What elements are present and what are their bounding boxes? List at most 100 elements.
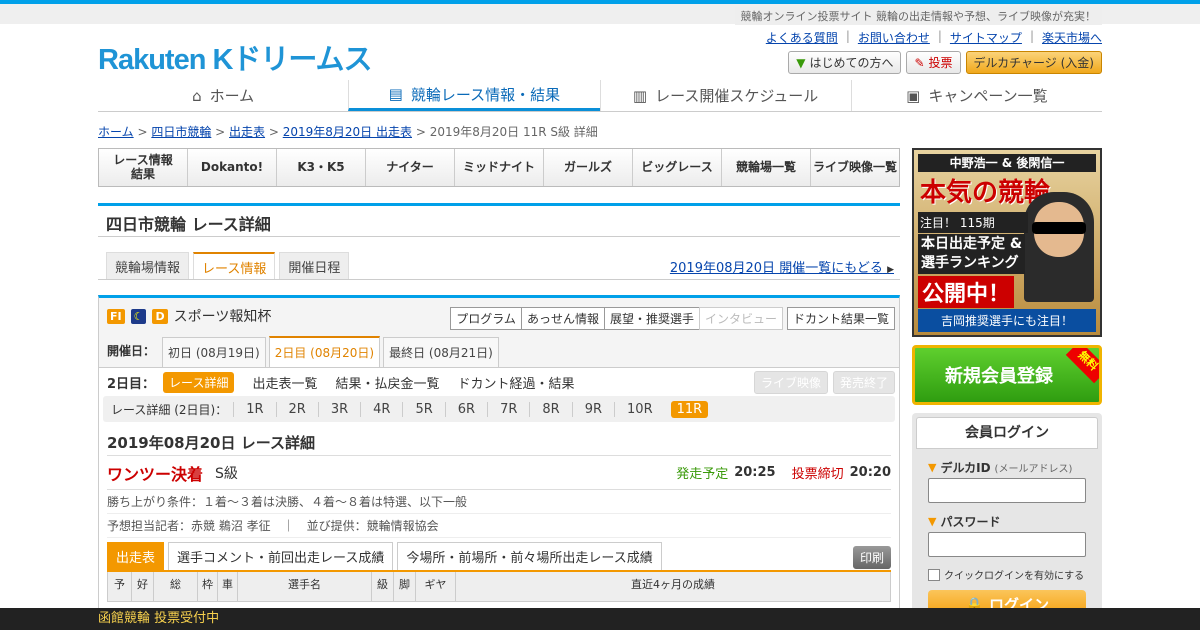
beginner-button[interactable]: ▼ はじめての方へ xyxy=(788,51,902,74)
register-banner[interactable]: 新規会員登録 無料 xyxy=(912,345,1102,405)
main-nav: ⌂ ホーム ▤ 競輪レース情報・結果 ▥ レース開催スケジュール ▣ キャンペーン一覧 xyxy=(98,80,1102,112)
race-panel: FI ☾ D スポーツ報知杯 プログラム あっせん情報 展望・推奨選手 インタビ… xyxy=(98,295,900,608)
col-leg: 脚 xyxy=(394,572,416,601)
divider: | xyxy=(845,29,850,43)
race-8r[interactable]: 8R xyxy=(529,401,571,417)
start-time: 20:25 xyxy=(734,465,776,480)
quick-login[interactable]: クイックログインを有効にする xyxy=(928,567,1098,582)
crumb-date[interactable]: 2019年8月20日 出走表 xyxy=(283,125,412,139)
start-label: 発走予定 xyxy=(676,467,729,482)
col-waku: 枠 xyxy=(198,572,218,601)
checkbox[interactable] xyxy=(928,568,940,581)
tab-venue-info[interactable]: 競輪場情報 xyxy=(106,252,190,279)
cat-venues[interactable]: 競輪場一覧 xyxy=(721,149,810,186)
col-name: 選手名 xyxy=(238,572,372,601)
login-heading: 会員ログイン xyxy=(916,417,1098,449)
top-links: よくある質問 | お問い合わせ | サイトマップ | 楽天市場へ xyxy=(766,29,1102,46)
back-link[interactable]: 2019年08月20日 開催一覧にもどる ▶ xyxy=(670,257,894,276)
promo-banner[interactable]: 中野浩一 & 後閑信一 本気の競輪 注目！ 115期 本日出走予定 & 選手ラン… xyxy=(912,148,1102,337)
race-5r[interactable]: 5R xyxy=(402,401,444,417)
faq-link[interactable]: よくある質問 xyxy=(766,29,838,46)
triangle-icon: ▼ xyxy=(928,461,937,474)
col-class: 級 xyxy=(372,572,394,601)
outlook-button[interactable]: 展望・推奨選手 xyxy=(603,307,700,330)
divider: | xyxy=(1029,29,1034,43)
beginner-label: はじめての方へ xyxy=(809,56,894,70)
cat-dokanto[interactable]: Dokanto! xyxy=(187,149,276,186)
race-11r[interactable]: 11R xyxy=(670,400,709,418)
sitemap-link[interactable]: サイトマップ xyxy=(950,29,1022,46)
race-detail-pill[interactable]: レース詳細 xyxy=(163,371,235,393)
document-icon: ▤ xyxy=(388,85,403,103)
program-button[interactable]: プログラム xyxy=(450,307,522,330)
tab-schedule[interactable]: 開催日程 xyxy=(279,252,350,279)
close-time: 20:20 xyxy=(849,465,891,480)
col-gear: ギヤ xyxy=(416,572,456,601)
col-so: 総 xyxy=(154,572,198,601)
home-icon: ⌂ xyxy=(192,86,202,105)
tab-race-info[interactable]: レース情報 xyxy=(193,252,276,279)
cat-k3k5[interactable]: K3・K5 xyxy=(276,149,365,186)
race-6r[interactable]: 6R xyxy=(444,401,487,417)
cat-midnight[interactable]: ミッドナイト xyxy=(454,149,543,186)
pw-label: ▼ パスワード xyxy=(928,513,1098,530)
top-buttons: ▼ はじめての方へ ✎ 投票 デルカチャージ (入金) xyxy=(788,51,1102,74)
nav-home[interactable]: ⌂ ホーム xyxy=(98,80,348,111)
tab-results[interactable]: 今場所・前場所・前々場所出走レース成績 xyxy=(397,542,662,570)
nav-label: レース開催スケジュール xyxy=(655,87,819,105)
cat-live[interactable]: ライブ映像一覧 xyxy=(810,149,899,186)
close-label: 投票締切 xyxy=(791,467,844,482)
cat-nighter[interactable]: ナイター xyxy=(365,149,454,186)
race-7r[interactable]: 7R xyxy=(487,401,529,417)
day-tab-2[interactable]: 2日目 (08月20日) xyxy=(268,336,381,367)
race-times: 発走予定 20:25 投票締切 20:20 xyxy=(676,463,891,482)
login-box: 会員ログイン ▼ デルカID (メールアドレス) ▼ パスワード クイックログインを有… xyxy=(912,413,1102,622)
dokanto-progress-link[interactable]: ドカント経過・結果 xyxy=(457,373,574,392)
cat-race-info[interactable]: レース情報 結果 xyxy=(99,149,187,186)
entry-list-link[interactable]: 出走表一覧 xyxy=(252,373,317,392)
tab-entries[interactable]: 出走表 xyxy=(107,542,165,570)
assen-button[interactable]: あっせん情報 xyxy=(520,307,605,330)
detail-heading: 2019年08月20日 レース詳細 xyxy=(107,432,891,456)
payout-link[interactable]: 結果・払戻金一覧 xyxy=(335,373,439,392)
races-label: レース詳細 (2日目)： xyxy=(111,402,228,417)
entry-tabs: 出走表 選手コメント・前回出走レース成績 今場所・前場所・前々場所出走レース成績 xyxy=(107,542,891,572)
advance-condition: 勝ち上がり条件：１着～３着は決勝、４着～８着は特選、以下一般 xyxy=(107,490,891,514)
tab-comments[interactable]: 選手コメント・前回出走レース成績 xyxy=(168,542,394,570)
password-input[interactable] xyxy=(928,532,1086,557)
race-10r[interactable]: 10R xyxy=(614,401,665,417)
charge-button[interactable]: デルカチャージ (入金) xyxy=(965,51,1102,74)
footer-ticker[interactable]: 函館競輪 投票受付中 xyxy=(0,608,1200,630)
day-tabs: 開催日： 初日 (08月19日) 2日目 (08月20日) 最終日 (08月21… xyxy=(99,334,899,368)
race-2r[interactable]: 2R xyxy=(275,401,318,417)
rakuten-link[interactable]: 楽天市場へ xyxy=(1042,29,1102,46)
race-4r[interactable]: 4R xyxy=(360,401,402,417)
vote-button[interactable]: ✎ 投票 xyxy=(906,51,961,74)
race-9r[interactable]: 9R xyxy=(571,401,614,417)
race-1r[interactable]: 1R xyxy=(233,401,275,417)
race-3r[interactable]: 3R xyxy=(317,401,360,417)
dokanto-results-button[interactable]: ドカント結果一覧 xyxy=(786,307,895,330)
cat-big-race[interactable]: ビッグレース xyxy=(632,149,721,186)
banner-names: 中野浩一 & 後閑信一 xyxy=(918,154,1096,172)
day-tab-1[interactable]: 初日 (08月19日) xyxy=(162,337,266,367)
site-logo[interactable]: Rakuten Kドリームス xyxy=(98,36,373,78)
nav-schedule[interactable]: ▥ レース開催スケジュール xyxy=(599,80,851,111)
crumb-list[interactable]: 出走表 xyxy=(229,125,265,139)
crumb-venue[interactable]: 四日市競輪 xyxy=(151,125,211,139)
crumb-home[interactable]: ホーム xyxy=(98,125,134,139)
day2-label: 2日目： xyxy=(107,376,156,392)
race-name: スポーツ報知杯 xyxy=(173,309,272,325)
day-tab-3[interactable]: 最終日 (08月21日) xyxy=(383,337,499,367)
nav-race-info[interactable]: ▤ 競輪レース情報・結果 xyxy=(348,80,600,111)
col-yo: 予 xyxy=(108,572,132,601)
print-button[interactable]: 印刷 xyxy=(852,546,891,569)
back-link-label: 2019年08月20日 開催一覧にもどる xyxy=(669,261,883,276)
interview-button: インタビュー xyxy=(698,307,783,330)
cat-girls[interactable]: ガールズ xyxy=(543,149,632,186)
banner-open: 公開中！ xyxy=(918,276,1015,308)
contact-link[interactable]: お問い合わせ xyxy=(858,29,930,46)
pw-text: パスワード xyxy=(940,515,1001,529)
id-input[interactable] xyxy=(928,478,1086,503)
nav-campaign[interactable]: ▣ キャンペーン一覧 xyxy=(850,80,1102,111)
